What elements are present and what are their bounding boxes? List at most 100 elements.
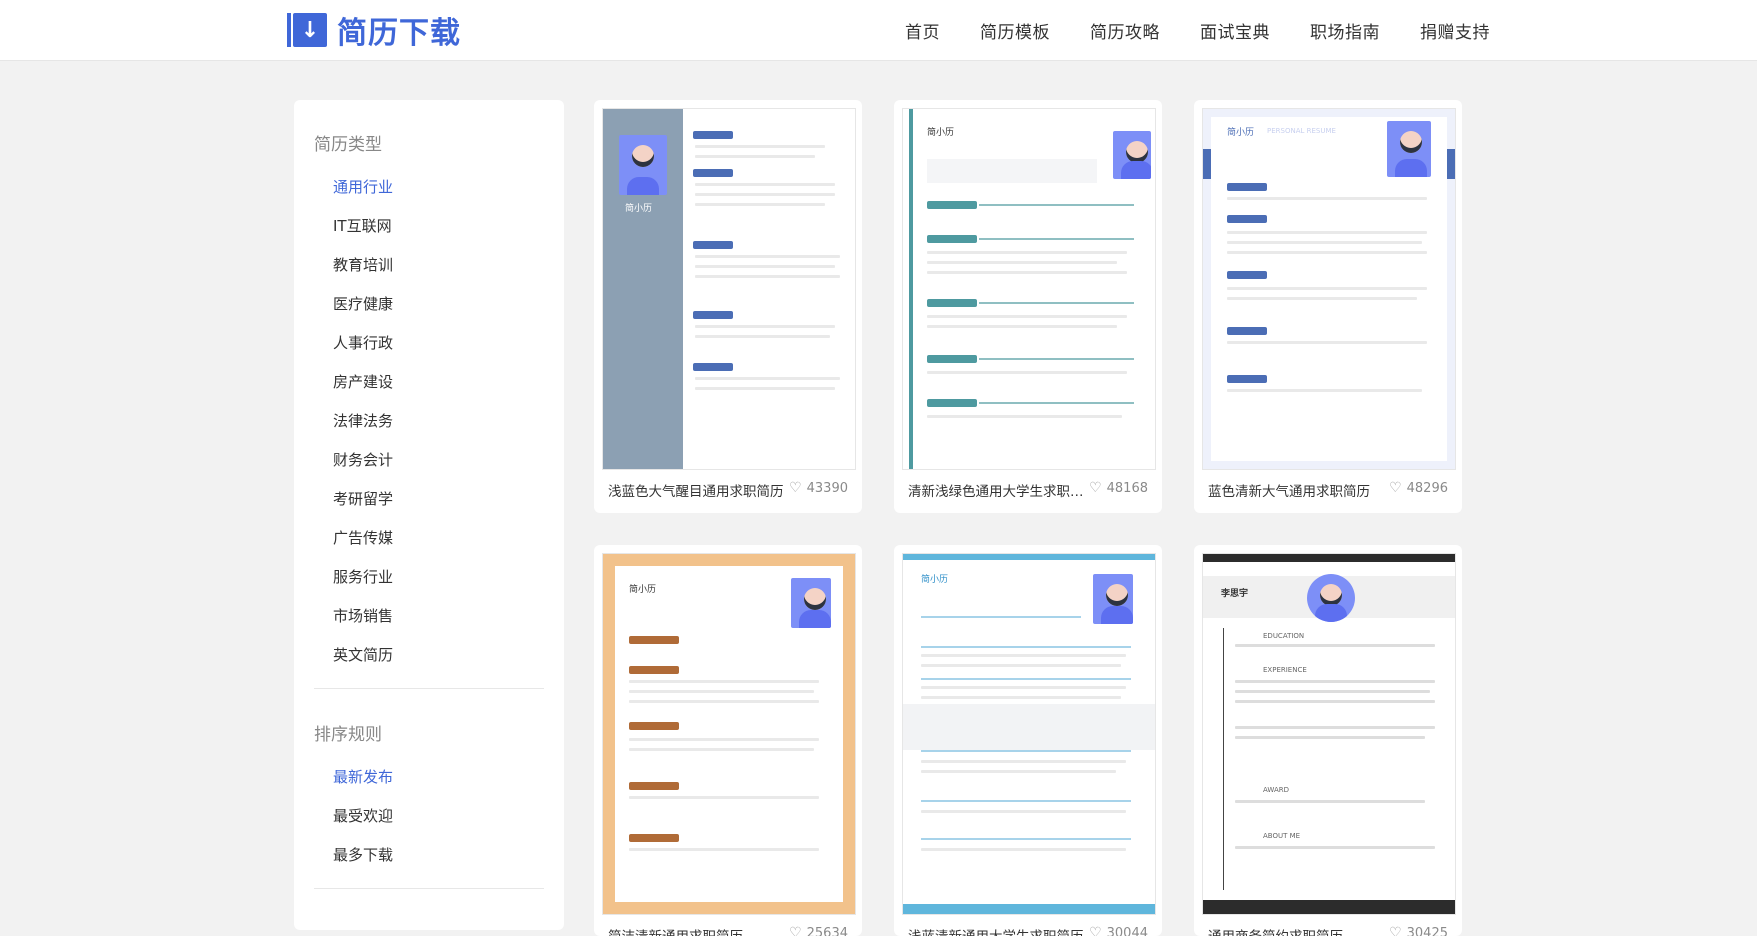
- divider-line: [979, 204, 1134, 206]
- type-advertising[interactable]: 广告传媒: [333, 527, 393, 548]
- section-tag: [629, 636, 679, 644]
- timeline-line: [1223, 628, 1224, 890]
- text-line: [921, 696, 1121, 699]
- nav-guides[interactable]: 简历攻略: [1090, 18, 1160, 43]
- resume-card[interactable]: 简小历 浅蓝色大气醒目通用求职简历 ♡ 43390: [594, 100, 862, 513]
- section-tag: [1227, 215, 1267, 223]
- left-accent: [1203, 149, 1211, 179]
- type-education[interactable]: 教育培训: [333, 254, 393, 275]
- like-count[interactable]: ♡ 25634: [789, 925, 848, 936]
- section-tag: [927, 299, 977, 307]
- like-count[interactable]: ♡ 48296: [1389, 480, 1448, 496]
- type-real-estate[interactable]: 房产建设: [333, 371, 393, 392]
- type-it[interactable]: IT互联网: [333, 215, 392, 236]
- text-line: [1227, 287, 1427, 290]
- sort-downloads[interactable]: 最多下载: [333, 844, 393, 865]
- text-line: [1235, 700, 1435, 703]
- section-about: ABOUT ME: [1263, 832, 1301, 840]
- divider-line: [979, 238, 1134, 240]
- heart-icon: ♡: [1089, 925, 1102, 936]
- resume-card[interactable]: 简小历 浅蓝清新通用大学生求职简历 ♡ 30044: [894, 545, 1162, 936]
- resume-name: 简小历: [1227, 128, 1255, 138]
- text-line: [695, 145, 825, 148]
- text-line: [921, 664, 1121, 667]
- text-line: [695, 183, 835, 186]
- resume-thumbnail[interactable]: 简小历: [902, 108, 1156, 470]
- sort-popular[interactable]: 最受欢迎: [333, 805, 393, 826]
- type-marketing[interactable]: 市场销售: [333, 605, 393, 626]
- resume-title[interactable]: 通用商务简约求职简历: [1208, 925, 1388, 936]
- resume-card[interactable]: 李思宇 EDUCATION EXPERIENCE AWARD ABOUT ME …: [1194, 545, 1462, 936]
- text-line: [695, 377, 840, 380]
- resume-thumbnail[interactable]: 简小历: [602, 108, 856, 470]
- resume-thumbnail[interactable]: 简小历 PERSONAL RESUME: [1202, 108, 1456, 470]
- resume-card[interactable]: 简小历 简洁清新通用求职简历 ♡ 25634: [594, 545, 862, 936]
- resume-type-title: 简历类型: [314, 135, 382, 155]
- nav-donate[interactable]: 捐赠支持: [1420, 18, 1490, 43]
- text-line: [695, 203, 825, 206]
- text-line: [921, 770, 1116, 773]
- resume-thumbnail[interactable]: 简小历: [602, 553, 856, 915]
- like-count[interactable]: ♡ 43390: [789, 480, 848, 496]
- resume-card[interactable]: 简小历 清新浅绿色通用大学生求职简历模… ♡ 48168: [894, 100, 1162, 513]
- resume-name: 简小历: [629, 585, 657, 595]
- top-bar: [1203, 554, 1455, 562]
- resume-title[interactable]: 简洁清新通用求职简历: [608, 925, 788, 936]
- likes-value: 30044: [1106, 925, 1148, 936]
- text-line: [695, 325, 835, 328]
- type-hr[interactable]: 人事行政: [333, 332, 393, 353]
- type-medical[interactable]: 医疗健康: [333, 293, 393, 314]
- text-line: [927, 415, 1122, 418]
- text-line: [927, 261, 1117, 264]
- text-line: [1235, 726, 1435, 729]
- sort-newest[interactable]: 最新发布: [333, 766, 393, 787]
- text-line: [629, 738, 819, 741]
- text-line: [695, 193, 835, 196]
- likes-value: 48296: [1406, 480, 1448, 496]
- like-count[interactable]: ♡ 48168: [1089, 480, 1148, 496]
- sort-title: 排序规则: [314, 725, 382, 745]
- resume-title[interactable]: 蓝色清新大气通用求职简历: [1208, 480, 1388, 500]
- nav-career[interactable]: 职场指南: [1310, 18, 1380, 43]
- section-experience: EXPERIENCE: [1263, 666, 1307, 674]
- resume-name: 李思宇: [1221, 589, 1249, 599]
- text-line: [927, 325, 1117, 328]
- likes-value: 43390: [806, 480, 848, 496]
- resume-card[interactable]: 简小历 PERSONAL RESUME 蓝色清新大气通用求职简历 ♡ 48296: [1194, 100, 1462, 513]
- nav-templates[interactable]: 简历模板: [980, 18, 1050, 43]
- type-finance[interactable]: 财务会计: [333, 449, 393, 470]
- section-award: AWARD: [1263, 786, 1289, 794]
- resume-title[interactable]: 清新浅绿色通用大学生求职简历模…: [908, 480, 1088, 500]
- section-tag: [927, 201, 977, 209]
- text-line: [629, 700, 819, 703]
- section-tag: [629, 834, 679, 842]
- resume-title[interactable]: 浅蓝清新通用大学生求职简历: [908, 925, 1088, 936]
- profile-avatar: [791, 578, 831, 628]
- type-legal[interactable]: 法律法务: [333, 410, 393, 431]
- nav-interview[interactable]: 面试宝典: [1200, 18, 1270, 43]
- text-line: [921, 654, 1126, 657]
- text-line: [921, 810, 1126, 813]
- type-study-abroad[interactable]: 考研留学: [333, 488, 393, 509]
- nav-home[interactable]: 首页: [905, 18, 940, 43]
- section-tag: [693, 241, 733, 249]
- text-line: [927, 251, 1127, 254]
- brand-logo[interactable]: ↓ 简历下载: [287, 12, 461, 51]
- section-tag: [629, 666, 679, 674]
- text-line: [629, 748, 814, 751]
- text-line: [695, 255, 840, 258]
- resume-thumbnail[interactable]: 简小历: [902, 553, 1156, 915]
- type-general[interactable]: 通用行业: [333, 176, 393, 197]
- heart-icon: ♡: [1389, 925, 1402, 936]
- like-count[interactable]: ♡ 30425: [1389, 925, 1448, 936]
- type-service[interactable]: 服务行业: [333, 566, 393, 587]
- divider-line: [979, 402, 1134, 404]
- top-header: ↓ 简历下载 首页 简历模板 简历攻略 面试宝典 职场指南 捐赠支持: [0, 0, 1757, 61]
- text-line: [927, 315, 1127, 318]
- like-count[interactable]: ♡ 30044: [1089, 925, 1148, 936]
- type-english[interactable]: 英文简历: [333, 644, 393, 665]
- resume-title[interactable]: 浅蓝色大气醒目通用求职简历: [608, 480, 788, 500]
- resume-thumbnail[interactable]: 李思宇 EDUCATION EXPERIENCE AWARD ABOUT ME: [1202, 553, 1456, 915]
- text-line: [695, 155, 815, 158]
- section-tag: [1227, 375, 1267, 383]
